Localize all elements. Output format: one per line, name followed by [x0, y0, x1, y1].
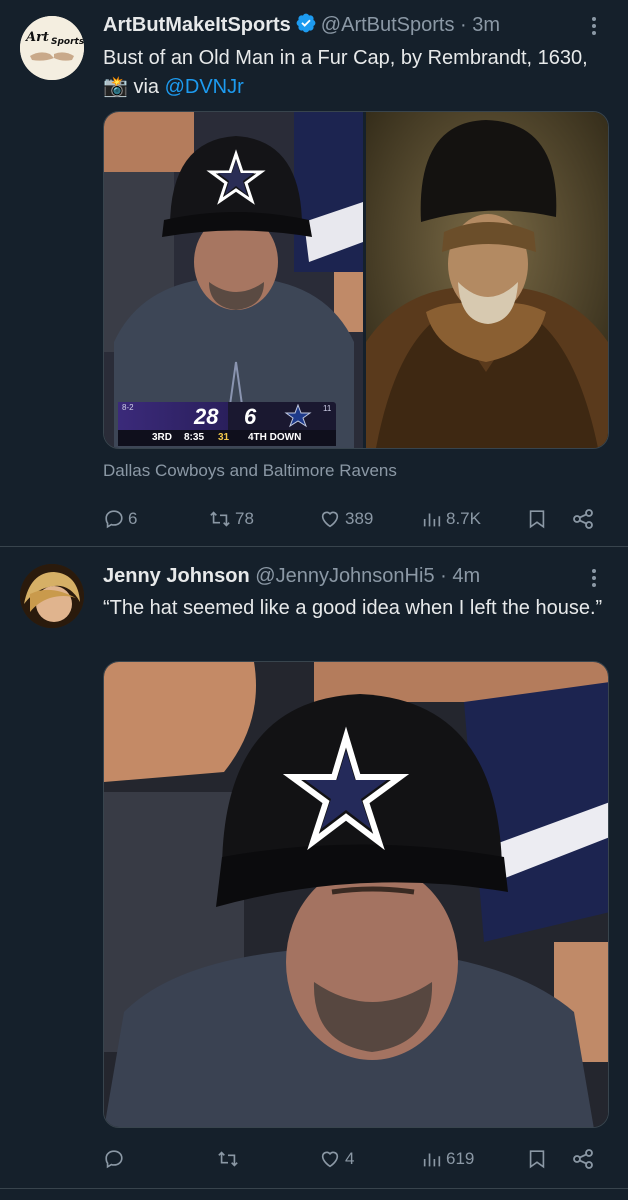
like-icon — [321, 1151, 339, 1168]
reply-count: 6 — [128, 509, 138, 528]
tweet-header: ArtButMakeItSports @ArtButSports · 3m — [103, 12, 584, 38]
tweet-text: “The hat seemed like a good idea when I … — [103, 597, 603, 619]
bookmark-icon — [529, 510, 545, 529]
svg-text:Art: Art — [24, 30, 49, 45]
bookmark-button[interactable] — [526, 504, 548, 534]
repost-count: 78 — [235, 509, 254, 528]
reply-icon — [105, 1150, 123, 1169]
bookmark-button[interactable] — [526, 1144, 548, 1174]
tweet-jennyjohnson[interactable]: Jenny Johnson @JennyJohnsonHi5 · 4m “The… — [0, 548, 628, 1188]
share-icon — [573, 509, 593, 529]
views-count: 619 — [446, 1149, 475, 1168]
like-button[interactable]: 4 — [318, 1144, 354, 1174]
tweet-actions: 4 619 — [103, 1144, 604, 1174]
avatar[interactable] — [20, 564, 84, 628]
timestamp[interactable]: · 3m — [460, 14, 500, 36]
tweet-actions: 6 78 389 8.7K — [103, 504, 604, 534]
more-icon[interactable] — [582, 566, 606, 590]
repost-button[interactable]: 78 — [208, 504, 254, 534]
reply-button[interactable]: 6 — [103, 504, 137, 534]
share-button[interactable] — [571, 1144, 595, 1174]
tweet-divider — [0, 1188, 628, 1189]
display-name[interactable]: ArtButMakeItSports — [103, 14, 291, 36]
avatar[interactable]: Art Sports — [20, 16, 84, 80]
share-button[interactable] — [571, 504, 595, 534]
views-button[interactable]: 619 — [421, 1144, 474, 1174]
avatar-logo: Art Sports — [20, 16, 84, 80]
tweet-artbutsports[interactable]: Art Sports ArtButMakeItSports @ArtButSpor… — [0, 0, 628, 546]
handle[interactable]: @ArtButSports — [321, 14, 455, 36]
svg-text:Sports: Sports — [51, 37, 84, 47]
fan-closeup-photo — [104, 662, 608, 1127]
repost-icon — [218, 1151, 238, 1167]
repost-icon — [210, 511, 230, 527]
mention-link[interactable]: @DVNJr — [165, 76, 244, 98]
more-icon[interactable] — [582, 14, 606, 38]
reply-icon — [105, 510, 123, 529]
bookmark-icon — [529, 1150, 545, 1169]
fan-photo[interactable]: 8-2 28 6 11 3RD 8:35 31 4TH DOWN — [104, 112, 363, 448]
like-count: 4 — [345, 1149, 355, 1168]
handle[interactable]: @JennyJohnsonHi5 — [255, 565, 434, 587]
tweet-media[interactable]: 8-2 28 6 11 3RD 8:35 31 4TH DOWN — [103, 111, 609, 449]
verified-badge-icon — [296, 13, 316, 33]
timestamp[interactable]: · 4m — [440, 565, 480, 587]
views-count: 8.7K — [446, 509, 481, 528]
reply-button[interactable] — [103, 1144, 128, 1174]
like-count: 389 — [345, 509, 374, 528]
media-caption: Dallas Cowboys and Baltimore Ravens — [103, 461, 397, 480]
repost-button[interactable] — [216, 1144, 243, 1174]
views-icon — [423, 513, 441, 527]
camera-emoji: 📸 — [103, 76, 128, 98]
like-icon — [321, 511, 339, 528]
scoreboard: 8-2 28 6 11 3RD 8:35 31 4TH DOWN — [118, 402, 336, 446]
share-icon — [573, 1149, 593, 1169]
views-icon — [423, 1153, 441, 1167]
display-name[interactable]: Jenny Johnson — [103, 565, 250, 587]
views-button[interactable]: 8.7K — [421, 504, 481, 534]
rembrandt-painting[interactable] — [366, 112, 608, 448]
tweet-media[interactable] — [103, 661, 609, 1128]
tweet-header: Jenny Johnson @JennyJohnsonHi5 · 4m — [103, 563, 584, 589]
tweet-text: Bust of an Old Man in a Fur Cap, by Remb… — [103, 47, 588, 98]
like-button[interactable]: 389 — [318, 504, 373, 534]
tweet-divider — [0, 546, 628, 547]
avatar-photo — [20, 564, 84, 628]
